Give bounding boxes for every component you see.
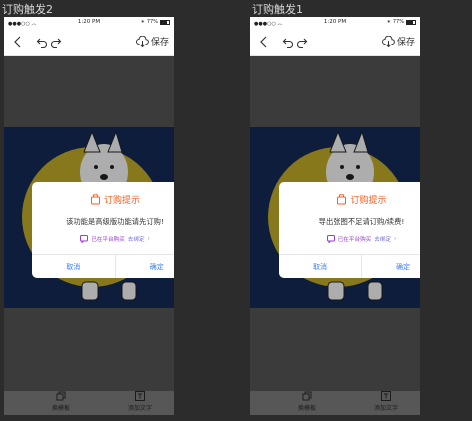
save-button[interactable]: 保存 <box>382 35 415 48</box>
platform-purchase-note[interactable]: 已在平台购买 去绑定 › <box>32 235 174 243</box>
change-template-button[interactable]: 换模板 <box>298 391 316 412</box>
add-text-button[interactable]: 添加文字 <box>374 391 398 412</box>
dialog-title-text: 订购提示 <box>103 196 140 206</box>
redo-icon[interactable] <box>50 36 62 48</box>
chevron-right-icon: › <box>147 236 150 242</box>
undo-icon[interactable] <box>36 36 48 48</box>
note-text: 已在平台购买 <box>91 237 125 243</box>
battery-icon <box>160 19 170 25</box>
redo-icon[interactable] <box>296 36 308 48</box>
text-box-icon <box>135 391 145 401</box>
platform-purchase-note[interactable]: 已在平台购买 去绑定 › <box>279 235 420 243</box>
phone-screen: ●●●○○ ︿ 1:20 PM ∗ 77% 保存 <box>4 17 174 415</box>
shopping-bag-icon <box>90 194 100 205</box>
bluetooth-icon: ∗ <box>386 19 391 25</box>
bottom-toolbar: 换模板 添加文字 <box>250 391 420 415</box>
layers-icon <box>302 391 312 401</box>
save-label: 保存 <box>396 38 415 48</box>
cloud-download-icon <box>136 36 149 47</box>
dialog-title: 订购提示 <box>279 193 420 206</box>
add-text-button[interactable]: 添加文字 <box>128 391 152 412</box>
text-box-icon <box>381 391 391 401</box>
battery-icon <box>406 19 416 25</box>
change-template-label: 换模板 <box>52 405 71 412</box>
note-text: 已在平台购买 <box>337 237 372 243</box>
dialog-title-text: 订购提示 <box>350 196 387 206</box>
change-template-button[interactable]: 换模板 <box>52 391 70 412</box>
info-chat-icon <box>80 235 89 243</box>
chevron-left-icon[interactable] <box>258 36 270 48</box>
shopping-bag-icon <box>337 194 347 205</box>
cloud-download-icon <box>382 36 395 47</box>
dialog-message: 该功能是高级版功能请先订购! <box>66 217 164 226</box>
screen-title: 订购触发1 <box>252 3 303 16</box>
screen-title: 订购触发2 <box>2 3 53 16</box>
save-label: 保存 <box>150 38 169 48</box>
status-bar: ●●●○○ ︿ 1:20 PM ∗ 77% <box>4 17 174 28</box>
battery-indicator: ∗ 77% <box>387 19 416 25</box>
change-template-label: 换模板 <box>298 405 317 412</box>
confirm-button[interactable]: 确定 <box>361 255 420 278</box>
confirm-button[interactable]: 确定 <box>114 255 175 278</box>
dialog-title: 订购提示 <box>32 193 174 206</box>
add-text-label: 添加文字 <box>374 405 399 412</box>
battery-percent: 77% <box>392 19 404 25</box>
phone-screen: ●●●○○ ︿ 1:20 PM ∗ 77% 保存 <box>250 17 420 415</box>
add-text-label: 添加文字 <box>128 405 153 412</box>
cancel-button[interactable]: 取消 <box>279 255 361 278</box>
top-toolbar: 保存 <box>4 28 174 56</box>
save-button[interactable]: 保存 <box>136 35 169 48</box>
bind-link[interactable]: 去绑定 <box>128 235 145 243</box>
bottom-toolbar: 换模板 添加文字 <box>4 391 174 415</box>
subscription-dialog: 订购提示 导出张图不足请订购/续费! 已在平台购买 去绑定 › 取消 确定 <box>279 182 420 278</box>
chevron-right-icon: › <box>394 236 397 242</box>
bluetooth-icon: ∗ <box>140 19 145 25</box>
undo-icon[interactable] <box>282 36 294 48</box>
dialog-actions: 取消 确定 <box>32 254 174 278</box>
chevron-left-icon[interactable] <box>12 36 24 48</box>
battery-percent: 77% <box>146 19 158 25</box>
top-toolbar: 保存 <box>250 28 420 56</box>
battery-indicator: ∗ 77% <box>141 19 170 25</box>
dialog-actions: 取消 确定 <box>279 254 420 278</box>
info-chat-icon <box>326 235 335 243</box>
bind-link[interactable]: 去绑定 <box>374 235 391 243</box>
cancel-button[interactable]: 取消 <box>32 255 115 278</box>
status-bar: ●●●○○ ︿ 1:20 PM ∗ 77% <box>250 17 420 28</box>
dialog-message: 导出张图不足请订购/续费! <box>318 217 405 226</box>
subscription-dialog: 订购提示 该功能是高级版功能请先订购! 已在平台购买 去绑定 › 取消 确定 <box>32 182 174 278</box>
layers-icon <box>56 391 66 401</box>
